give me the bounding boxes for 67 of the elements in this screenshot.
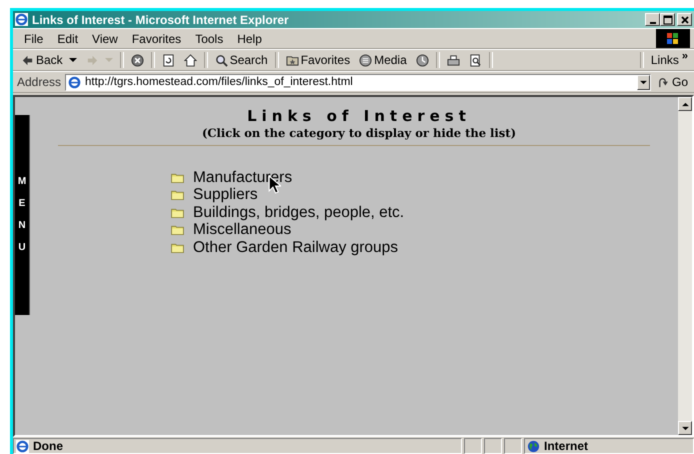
media-icon: [359, 54, 372, 66]
home-icon: [184, 54, 197, 66]
scrollbar[interactable]: [678, 97, 692, 435]
address-label: Address: [17, 75, 62, 89]
up-arrow-icon: [682, 102, 688, 106]
right-arrow-icon: [86, 54, 99, 66]
page-heading: Links of Interest: [246, 107, 472, 125]
print-preview-icon: [468, 54, 482, 66]
close-icon: [680, 14, 690, 24]
status-pane: [504, 438, 522, 454]
address-text: http://tgrs.homestead.com/files/links_of_interest.html: [85, 76, 354, 88]
folder-icon: [171, 172, 184, 183]
menu-item[interactable]: Edit: [50, 32, 86, 46]
category-link[interactable]: Suppliers: [193, 186, 258, 204]
side-menu[interactable]: MENU: [15, 115, 30, 315]
minimize-button[interactable]: [645, 13, 660, 26]
close-button[interactable]: [677, 13, 692, 26]
back-button[interactable]: Back: [17, 51, 81, 69]
caret-icon: [104, 57, 113, 63]
category-link[interactable]: Other Garden Railway groups: [193, 238, 398, 257]
search-button[interactable]: Search: [210, 51, 272, 69]
folder-icon: [171, 242, 184, 253]
browser-logo-icon: [15, 13, 28, 26]
status-text: Done: [33, 439, 63, 453]
media-button[interactable]: Media: [355, 51, 411, 69]
folder-icon: [171, 190, 184, 200]
dropdown-button[interactable]: [636, 74, 650, 90]
links-button[interactable]: Links: [646, 51, 679, 69]
page-subheading: (Click on the category to display or hide the list): [200, 126, 518, 140]
scroll-down-button[interactable]: [678, 421, 692, 435]
refresh-icon: [162, 54, 175, 66]
stop-icon: [130, 54, 144, 66]
folder-icon: [171, 225, 184, 236]
clock-icon: [416, 54, 429, 66]
address-field[interactable]: http://tgrs.homestead.com/files/links_of_interest.html: [65, 74, 651, 90]
menu-item[interactable]: View: [85, 32, 125, 46]
favorites-folder-icon: [286, 54, 299, 66]
status-pane: [484, 438, 502, 454]
page-icon: [16, 440, 29, 452]
minimize-icon: [650, 22, 656, 24]
links-chevron[interactable]: »: [680, 50, 690, 62]
menu-item[interactable]: File: [17, 32, 50, 46]
menu-item[interactable]: Favorites: [124, 32, 188, 46]
caret-icon: [640, 80, 647, 84]
folder-icon: [171, 208, 184, 218]
security-zone: Internet: [544, 439, 588, 453]
caret-icon: [68, 57, 77, 63]
category-link[interactable]: Buildings, bridges, people, etc.: [193, 204, 404, 222]
scroll-up-button[interactable]: [678, 97, 692, 111]
go-arrow-icon: [656, 76, 670, 88]
window-title: Links of Interest - Microsoft Internet Explorer: [32, 12, 290, 26]
page-icon: [68, 76, 82, 88]
favorites-button[interactable]: Favorites: [282, 51, 354, 69]
down-arrow-icon: [682, 426, 688, 430]
maximize-button[interactable]: [660, 13, 675, 26]
menu-item[interactable]: Help: [230, 32, 269, 46]
globe-icon: [527, 440, 540, 452]
menu-item[interactable]: Tools: [188, 32, 230, 46]
left-arrow-icon: [21, 54, 34, 66]
category-link[interactable]: Manufacturers: [193, 168, 292, 187]
maximize-icon: [662, 14, 672, 24]
category-link[interactable]: Miscellaneous: [193, 221, 292, 240]
go-button[interactable]: Go: [654, 73, 690, 91]
windows-logo-icon: [656, 29, 690, 48]
printer-icon: [446, 54, 460, 66]
status-pane: [464, 438, 482, 454]
search-icon: [214, 54, 228, 66]
